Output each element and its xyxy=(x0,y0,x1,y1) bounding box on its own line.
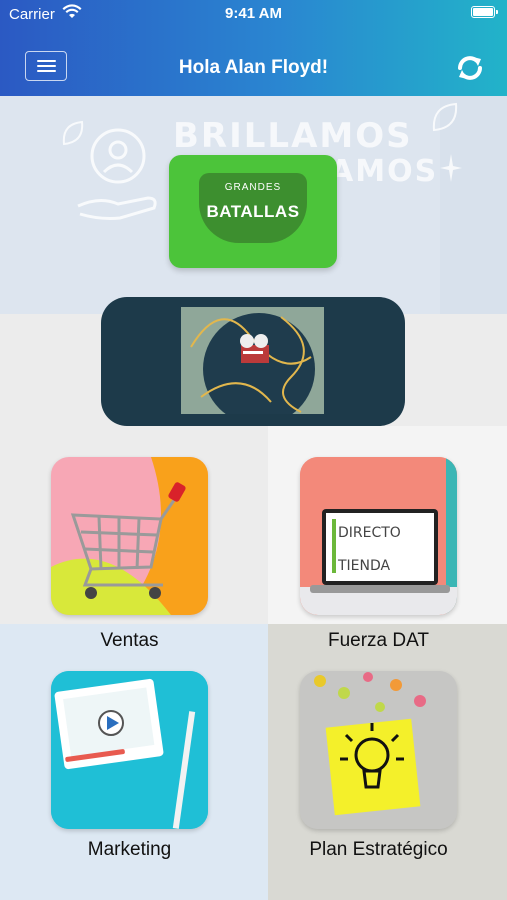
status-time: 9:41 AM xyxy=(225,5,282,22)
shopping-cart-icon xyxy=(51,457,208,615)
ventas-tile[interactable] xyxy=(51,457,208,615)
film-reel-icon xyxy=(190,313,315,414)
tienda-text: TIENDA xyxy=(337,558,391,574)
sparkle-icon xyxy=(440,154,462,182)
background-word: BRILLAMOS xyxy=(173,116,413,156)
lightbulb-icon xyxy=(300,671,457,829)
app-header: Carrier 9:41 AM Hola Alan Floyd! xyxy=(0,0,507,96)
status-bar: Carrier 9:41 AM xyxy=(0,0,507,28)
laptop-icon: DIRECTO TIENDA xyxy=(300,457,457,615)
plan-estrategico-label[interactable]: Plan Estratégico xyxy=(252,839,505,861)
batallas-label: BATALLAS xyxy=(206,202,300,221)
battery-icon xyxy=(471,6,498,18)
refresh-icon[interactable] xyxy=(453,51,487,85)
video-player-icon xyxy=(51,671,208,829)
marketing-tile[interactable] xyxy=(51,671,208,829)
grandes-label: GRANDES xyxy=(224,182,282,193)
grandes-batallas-card[interactable]: GRANDES BATALLAS xyxy=(169,155,337,268)
fuerza-dat-tile[interactable]: DIRECTO TIENDA xyxy=(300,457,457,615)
leaf-icon xyxy=(432,102,458,132)
leaf-icon xyxy=(62,120,84,146)
fuerza-dat-label[interactable]: Fuerza DAT xyxy=(252,630,505,652)
directo-text: DIRECTO xyxy=(338,525,401,541)
page-title: Hola Alan Floyd! xyxy=(178,57,329,78)
film-thumbnail[interactable] xyxy=(181,307,324,414)
ventas-label[interactable]: Ventas xyxy=(3,630,256,652)
background-word: AMOS xyxy=(330,154,439,189)
plan-estrategico-tile[interactable] xyxy=(300,671,457,829)
marketing-label[interactable]: Marketing xyxy=(3,839,256,861)
